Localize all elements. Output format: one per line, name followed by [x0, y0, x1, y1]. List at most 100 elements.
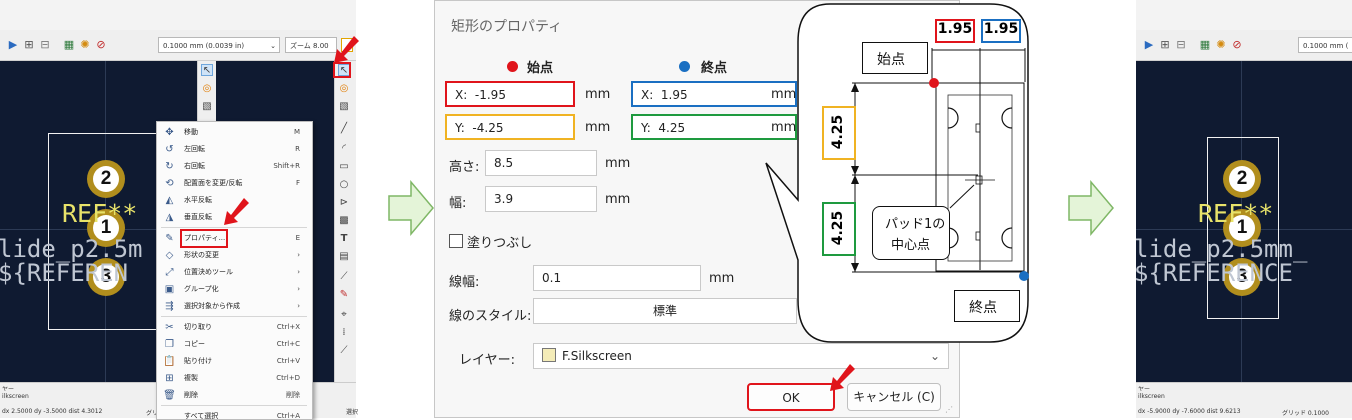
dimension-tool-icon[interactable]: ⟋ [338, 271, 350, 283]
status-coords: dx -5.9000 dy -7.6000 dist 9.6213 [1138, 408, 1241, 415]
cancel-button[interactable]: キャンセル (C) [847, 383, 941, 411]
menu-item-shortcut: 削除 [286, 391, 300, 399]
polygon-tool-icon[interactable]: ⊳ [338, 197, 350, 209]
line-width-field[interactable]: 0.1 [533, 265, 701, 291]
paste-icon: 📋 [163, 356, 176, 367]
left-title-strip [0, 0, 216, 31]
cut-icon: ✂ [165, 322, 174, 333]
move-icon: ✥ [165, 127, 174, 138]
right-status-bar: ヤー ilkscreen dx -5.9000 dy -7.6000 dist … [1136, 382, 1352, 418]
pointer-arrow-toolbar [334, 36, 359, 63]
grid-select[interactable]: 0.1000 mm ( [1298, 37, 1352, 53]
menu-item-shortcut: Ctrl+A [276, 412, 300, 420]
pad-2[interactable]: 2 [1223, 160, 1261, 198]
text-tool-icon[interactable]: T [338, 233, 350, 245]
menu-item[interactable]: ❐ コピー Ctrl+C [157, 336, 312, 353]
grid-icon[interactable]: ⊞ [22, 39, 36, 51]
pad-number: 2 [1229, 166, 1255, 192]
menu-item-label: 貼り付け [184, 357, 212, 365]
menu-item[interactable]: ↻ 右回転 Shift+R [157, 158, 312, 175]
pad-tool-icon[interactable]: ◎ [201, 83, 213, 95]
grid2-icon[interactable]: ⊟ [1174, 39, 1188, 51]
menu-item[interactable]: ⊞ 複製 Ctrl+D [157, 370, 312, 387]
start-x-field[interactable]: X: -1.95 [445, 81, 575, 107]
status-grid: グリッド 0.1000 [1282, 410, 1329, 417]
value-text-2[interactable]: ${REFERENCE [1136, 259, 1293, 287]
anchor-tool-icon[interactable]: ⌖ [338, 309, 350, 321]
drc-icon[interactable]: ⊘ [1230, 39, 1244, 51]
menu-item[interactable]: 🗑 削除 削除 [157, 387, 312, 404]
menu-item-label: 配置面を変更/反転 [184, 179, 243, 187]
pad1-center-line2: 中心点 [891, 238, 931, 253]
line-style-select[interactable]: 標準 [533, 298, 797, 324]
pad-tool-icon[interactable]: ◎ [338, 83, 350, 95]
value-text-2[interactable]: ${REFEREN [0, 259, 128, 287]
menu-item[interactable]: すべて選択 Ctrl+A [157, 408, 312, 420]
grid-select-overlay[interactable]: 0.1000 mm (0.0039 in) ⌄ [158, 37, 280, 53]
settings-icon[interactable]: ✺ [1214, 39, 1228, 51]
duplicate-icon: ⊞ [165, 373, 174, 384]
start-y-field[interactable]: Y: -4.25 [445, 114, 575, 140]
menu-item[interactable]: ▣ グループ化 › [157, 281, 312, 298]
run-icon[interactable]: ▶ [6, 39, 20, 51]
fill-checkbox[interactable] [449, 234, 463, 248]
menu-item[interactable]: ✥ 移動 M [157, 124, 312, 141]
reference-text[interactable]: REF** [62, 199, 137, 228]
footprint-icon[interactable]: ▦ [62, 39, 76, 51]
width-field[interactable]: 3.9 [485, 186, 597, 212]
grid-icon[interactable]: ⊞ [1158, 39, 1172, 51]
footprint-icon[interactable]: ▦ [1198, 39, 1212, 51]
pad-2[interactable]: 2 [87, 160, 125, 198]
y-prefix: Y: [455, 121, 465, 135]
menu-item[interactable]: ✂ 切り取り Ctrl+X [157, 319, 312, 336]
textbox-tool-icon[interactable]: ▤ [338, 251, 350, 263]
menu-item[interactable]: ⟲ 配置面を変更/反転 F [157, 175, 312, 192]
drc-icon[interactable]: ⊘ [94, 39, 108, 51]
reference-text[interactable]: REF** [1198, 199, 1273, 228]
image-tool-icon[interactable]: ▩ [338, 215, 350, 227]
line-tool-icon[interactable]: ╱ [338, 123, 350, 135]
hatch-icon[interactable]: ▧ [201, 101, 213, 113]
dim-upper-box: 4.25 [822, 106, 856, 160]
height-field[interactable]: 8.5 [485, 150, 597, 176]
menu-item-shortcut: Ctrl+C [276, 340, 300, 348]
menu-item-label: 位置決めツール [184, 268, 233, 276]
pad1-center-callout: パッド1の 中心点 [872, 206, 950, 260]
menu-item[interactable]: ◇ 形状の変更 › [157, 247, 312, 264]
start-x-value: -1.95 [474, 88, 506, 102]
rotate-left-icon: ↺ [165, 144, 174, 155]
status-layer-label: ヤー [1138, 386, 1151, 393]
rect-tool-icon[interactable]: ▭ [338, 161, 350, 173]
hatch-icon[interactable]: ▧ [338, 101, 350, 113]
layer-value: F.Silkscreen [562, 349, 632, 363]
menu-item[interactable]: ↺ 左回転 R [157, 141, 312, 158]
right-pcb-canvas[interactable]: 2 1 3 REF** lide_p2.5mm_ ${REFERENCE [1136, 61, 1352, 382]
start-point-callout: 始点 [862, 42, 928, 74]
right-editor-panel: ▶ ⊞ ⊟ ▦ ✺ ⊘ 0.1000 mm ( 2 1 3 REF** lide… [1136, 0, 1352, 418]
right-title-strip [1136, 0, 1352, 31]
menu-item-label: 左回転 [184, 145, 205, 153]
grid2-icon[interactable]: ⊟ [38, 39, 52, 51]
menu-item-shortcut: › [297, 268, 300, 276]
menu-item-shortcut: Shift+R [273, 162, 300, 170]
menu-item-label: 移動 [184, 128, 198, 136]
grid-select-value: 0.1000 mm ( [1303, 42, 1349, 50]
menu-item-label: すべて選択 [184, 412, 219, 420]
layer-label: レイヤー: [459, 353, 515, 368]
menu-item[interactable]: ⇶ 選択対象から作成 › [157, 298, 312, 315]
menu-item-shortcut: E [295, 234, 300, 242]
select-tool-icon[interactable]: ↖ [201, 64, 213, 76]
ok-button[interactable]: OK [747, 383, 835, 411]
menu-item[interactable]: 📋 貼り付け Ctrl+V [157, 353, 312, 370]
delete-tool-icon[interactable]: ✎ [338, 289, 350, 301]
measure-tool-icon[interactable]: ⟋ [338, 345, 350, 357]
line-width-label: 線幅: [449, 275, 480, 290]
arc-tool-icon[interactable]: ◜ [338, 143, 350, 155]
resize-grip-icon[interactable]: ⋰ [945, 405, 953, 414]
settings-icon[interactable]: ✺ [78, 39, 92, 51]
grid-origin-icon[interactable]: ⁞ [338, 327, 350, 339]
circle-tool-icon[interactable]: ○ [338, 179, 350, 191]
menu-item[interactable]: ⤢ 位置決めツール › [157, 264, 312, 281]
copy-icon: ❐ [165, 339, 174, 350]
run-icon[interactable]: ▶ [1142, 39, 1156, 51]
